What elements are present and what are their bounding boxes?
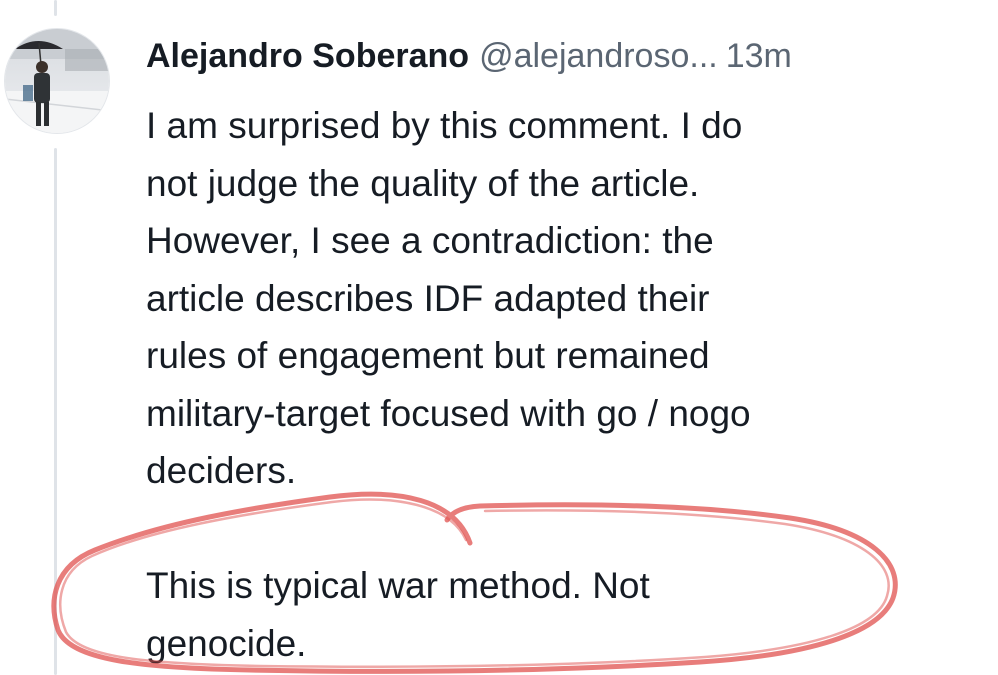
avatar[interactable]	[4, 28, 110, 134]
post-body: I am surprised by this comment. I do not…	[146, 97, 966, 672]
post-paragraph-highlighted: This is typical war method. Not genocide…	[146, 565, 650, 664]
avatar-photo	[5, 29, 109, 133]
author-name[interactable]: Alejandro Soberano	[146, 37, 469, 75]
author-handle[interactable]: @alejandroso...	[479, 37, 718, 75]
post-paragraph: I am surprised by this comment. I do not…	[146, 105, 751, 491]
thread-line-bottom	[54, 148, 57, 675]
post-header: Alejandro Soberano @alejandroso... 13m	[146, 34, 998, 78]
thread-line-top	[54, 0, 57, 16]
post-timestamp[interactable]: 13m	[726, 37, 792, 75]
